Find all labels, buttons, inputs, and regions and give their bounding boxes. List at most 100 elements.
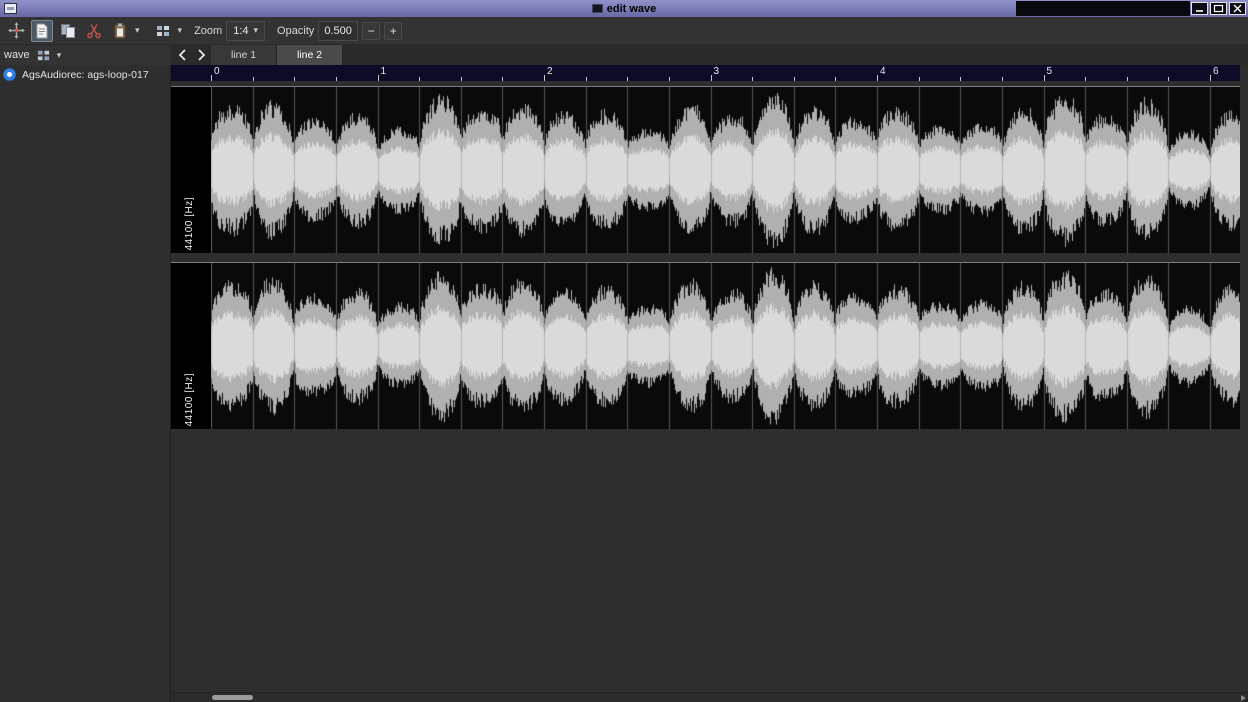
edit-tool-button[interactable] [31, 20, 53, 42]
ruler-tick [627, 77, 628, 81]
cut-scissors-icon [86, 23, 102, 39]
channel-0-scale: 44100 [Hz] [171, 87, 211, 253]
close-button[interactable] [1229, 2, 1246, 15]
ruler-tick [1168, 77, 1169, 81]
channel-0: 44100 [Hz] [171, 86, 1240, 253]
edit-document-icon [34, 23, 50, 39]
titlebar: edit wave [0, 0, 1248, 17]
wave-toolbar: ▾ ▾ Zoom 1:4 ▾ Opacity 0.500 − + [0, 17, 1248, 45]
zoom-value: 1:4 [233, 25, 248, 37]
ruler-tick [1044, 75, 1045, 81]
ruler-tick [1127, 77, 1128, 81]
ruler-tick [877, 75, 878, 81]
close-icon [1232, 4, 1243, 13]
waveform-canvas-0[interactable] [211, 87, 1240, 253]
paste-menu-caret-icon[interactable]: ▾ [135, 26, 140, 35]
ruler-tick [378, 75, 379, 81]
tool-menu-button[interactable] [152, 20, 174, 42]
position-cursor-icon [8, 22, 25, 39]
ruler-label: 6 [1213, 66, 1219, 77]
edit-wave-window: edit wave [0, 0, 1248, 702]
selector-bar: wave ▾ line 1 line 2 [0, 45, 1248, 65]
ruler-tick [461, 77, 462, 81]
zoom-label: Zoom [194, 25, 222, 37]
opacity-label: Opacity [277, 25, 314, 37]
ruler-tick [294, 77, 295, 81]
copy-button[interactable] [57, 20, 79, 42]
tab-scroll-right-button[interactable] [192, 45, 211, 65]
ruler-tick [253, 77, 254, 81]
maximize-icon [1213, 4, 1224, 13]
paste-clipboard-icon [112, 23, 128, 39]
opacity-decrement-button[interactable]: − [362, 22, 380, 40]
tab-strip: line 1 line 2 [171, 45, 1248, 65]
channel-1: 44100 [Hz] [171, 262, 1240, 429]
opacity-input[interactable]: 0.500 [318, 21, 358, 41]
machine-radio-row[interactable]: AgsAudiorec: ags-loop-017 [0, 65, 170, 84]
ruler-tick [544, 75, 545, 81]
paste-button[interactable] [109, 20, 131, 42]
tab-scroll-left-button[interactable] [173, 45, 192, 65]
maximize-button[interactable] [1210, 2, 1227, 15]
ruler-label: 5 [1047, 66, 1053, 77]
ruler-tick [919, 77, 920, 81]
minimize-icon [1194, 4, 1205, 13]
titlebar-strip [1016, 1, 1190, 16]
copy-pages-icon [60, 23, 76, 39]
opacity-increment-button[interactable]: + [384, 22, 402, 40]
machine-radio-label: AgsAudiorec: ags-loop-017 [22, 69, 149, 81]
window-controls [1191, 2, 1246, 15]
opacity-value: 0.500 [324, 25, 352, 37]
horizontal-scrollbar-thumb[interactable] [212, 695, 253, 700]
cut-button[interactable] [83, 20, 105, 42]
ruler-tick [752, 77, 753, 81]
timeline-ruler[interactable]: 0 1 2 3 4 5 6 [171, 65, 1240, 81]
ruler-label: 0 [214, 66, 220, 77]
ruler-tick [794, 77, 795, 81]
tool-menu-caret-icon[interactable]: ▾ [178, 26, 183, 35]
ruler-label: 1 [381, 66, 387, 77]
ruler-tick [336, 77, 337, 81]
machine-list-panel: AgsAudiorec: ags-loop-017 [0, 65, 171, 702]
tool-menu-blocks-icon [155, 23, 171, 39]
radio-dot [7, 72, 12, 77]
channel-1-scale: 44100 [Hz] [171, 263, 211, 429]
app-icon [592, 4, 603, 13]
chevron-left-icon [178, 49, 187, 61]
radio-selected-icon[interactable] [3, 68, 16, 81]
ruler-tick [960, 77, 961, 81]
ruler-tick [1210, 75, 1211, 81]
machine-selector-caret-icon: ▾ [57, 51, 62, 60]
ruler-label: 2 [547, 66, 553, 77]
ruler-tick [1085, 77, 1086, 81]
ruler-tick [835, 77, 836, 81]
ruler-label: 4 [880, 66, 886, 77]
waveform-canvas-1[interactable] [211, 263, 1240, 429]
zoom-combobox[interactable]: 1:4 ▾ [226, 21, 265, 41]
wave-edit-area: 0 1 2 3 4 5 6 44100 [Hz] 44100 [Hz] [171, 65, 1248, 702]
window-title-text: edit wave [607, 3, 657, 15]
ruler-tick [1002, 77, 1003, 81]
channel-0-rate-label: 44100 [Hz] [184, 197, 195, 250]
ruler-tick [669, 77, 670, 81]
ruler-tick [419, 77, 420, 81]
channel-1-rate-label: 44100 [Hz] [184, 373, 195, 426]
machine-selector-icon [36, 48, 51, 63]
tab-line-2[interactable]: line 2 [277, 45, 343, 65]
ruler-tick [211, 75, 212, 81]
tab-line-1-label: line 1 [231, 49, 256, 61]
minimize-button[interactable] [1191, 2, 1208, 15]
tab-line-2-label: line 2 [297, 49, 322, 61]
ruler-tick [586, 77, 587, 81]
ruler-label: 3 [714, 66, 720, 77]
ruler-tick [711, 75, 712, 81]
scroll-right-arrow-icon[interactable] [1241, 695, 1246, 701]
tab-line-1[interactable]: line 1 [211, 45, 277, 65]
horizontal-scrollbar[interactable] [171, 692, 1248, 702]
ruler-tick [502, 77, 503, 81]
machine-selector[interactable]: wave ▾ [0, 45, 171, 65]
position-cursor-button[interactable] [5, 20, 27, 42]
chevron-right-icon [197, 49, 206, 61]
zoom-caret-icon: ▾ [253, 26, 258, 35]
machine-selector-label: wave [4, 49, 30, 61]
